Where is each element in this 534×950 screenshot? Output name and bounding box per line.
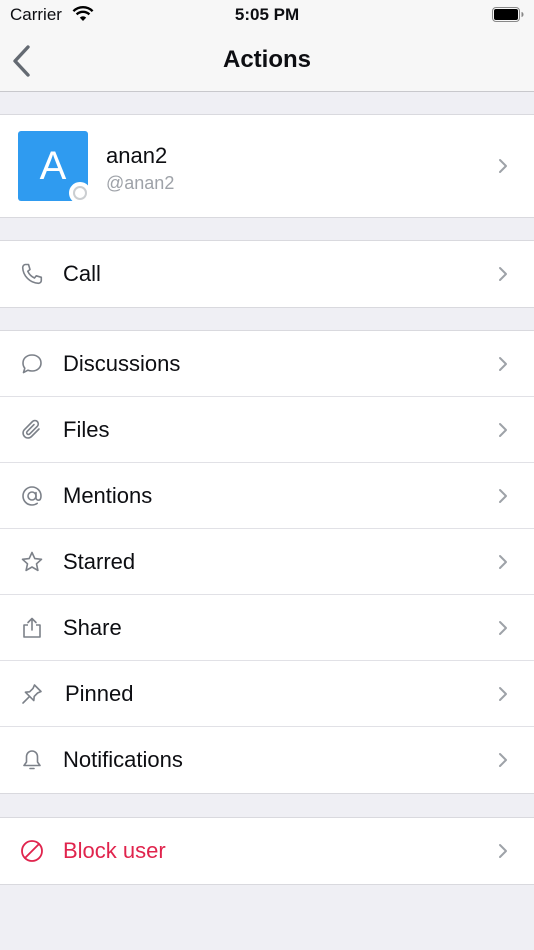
call-row[interactable]: Call (0, 241, 534, 307)
pinned-row[interactable]: Pinned (0, 661, 534, 727)
bell-icon (23, 750, 41, 770)
mentions-row[interactable]: Mentions (0, 463, 534, 529)
chevron-right-icon (499, 844, 507, 858)
danger-group: Block user (0, 817, 534, 885)
actions-group: Discussions Files Mentions Starred Share… (0, 330, 534, 794)
profile-handle: @anan2 (106, 173, 175, 193)
presence-status-icon (69, 182, 91, 204)
chevron-right-icon (499, 357, 507, 371)
status-bar: Carrier 5:05 PM (0, 0, 534, 32)
clock: 5:05 PM (234, 5, 300, 24)
share-icon (23, 617, 41, 638)
profile-name: anan2 (106, 143, 168, 168)
page-title: Actions (222, 46, 311, 73)
share-row[interactable]: Share (0, 595, 534, 661)
mentions-label: Mentions (63, 483, 153, 508)
discussions-row[interactable]: Discussions (0, 331, 534, 397)
chevron-right-icon (499, 753, 507, 767)
pin-icon (22, 684, 42, 704)
discussions-label: Discussions (63, 351, 181, 376)
block-user-label: Block user (63, 838, 166, 863)
call-label: Call (63, 261, 101, 286)
chevron-right-icon (499, 489, 507, 503)
notifications-label: Notifications (63, 747, 183, 772)
chevron-right-icon (499, 267, 507, 281)
files-label: Files (63, 417, 110, 442)
discussion-icon (22, 354, 42, 374)
starred-row[interactable]: Starred (0, 529, 534, 595)
pinned-label: Pinned (65, 681, 134, 706)
share-label: Share (63, 615, 122, 640)
star-icon (21, 551, 43, 572)
notifications-row[interactable]: Notifications (0, 727, 534, 793)
block-user-row[interactable]: Block user (0, 818, 534, 884)
phone-icon (21, 263, 43, 285)
files-row[interactable]: Files (0, 397, 534, 463)
profile-row[interactable]: A anan2 @anan2 (0, 115, 534, 217)
chevron-right-icon (499, 687, 507, 701)
battery-icon (492, 7, 524, 22)
paperclip-icon (22, 419, 40, 439)
starred-label: Starred (63, 549, 136, 574)
chevron-right-icon (499, 423, 507, 437)
call-group: Call (0, 240, 534, 308)
at-icon (22, 486, 42, 506)
navigation-bar: Actions (0, 32, 534, 92)
profile-card[interactable]: A anan2 @anan2 (0, 114, 534, 218)
block-icon (21, 840, 43, 862)
chevron-right-icon (499, 159, 507, 173)
chevron-right-icon (499, 621, 507, 635)
chevron-right-icon (499, 555, 507, 569)
